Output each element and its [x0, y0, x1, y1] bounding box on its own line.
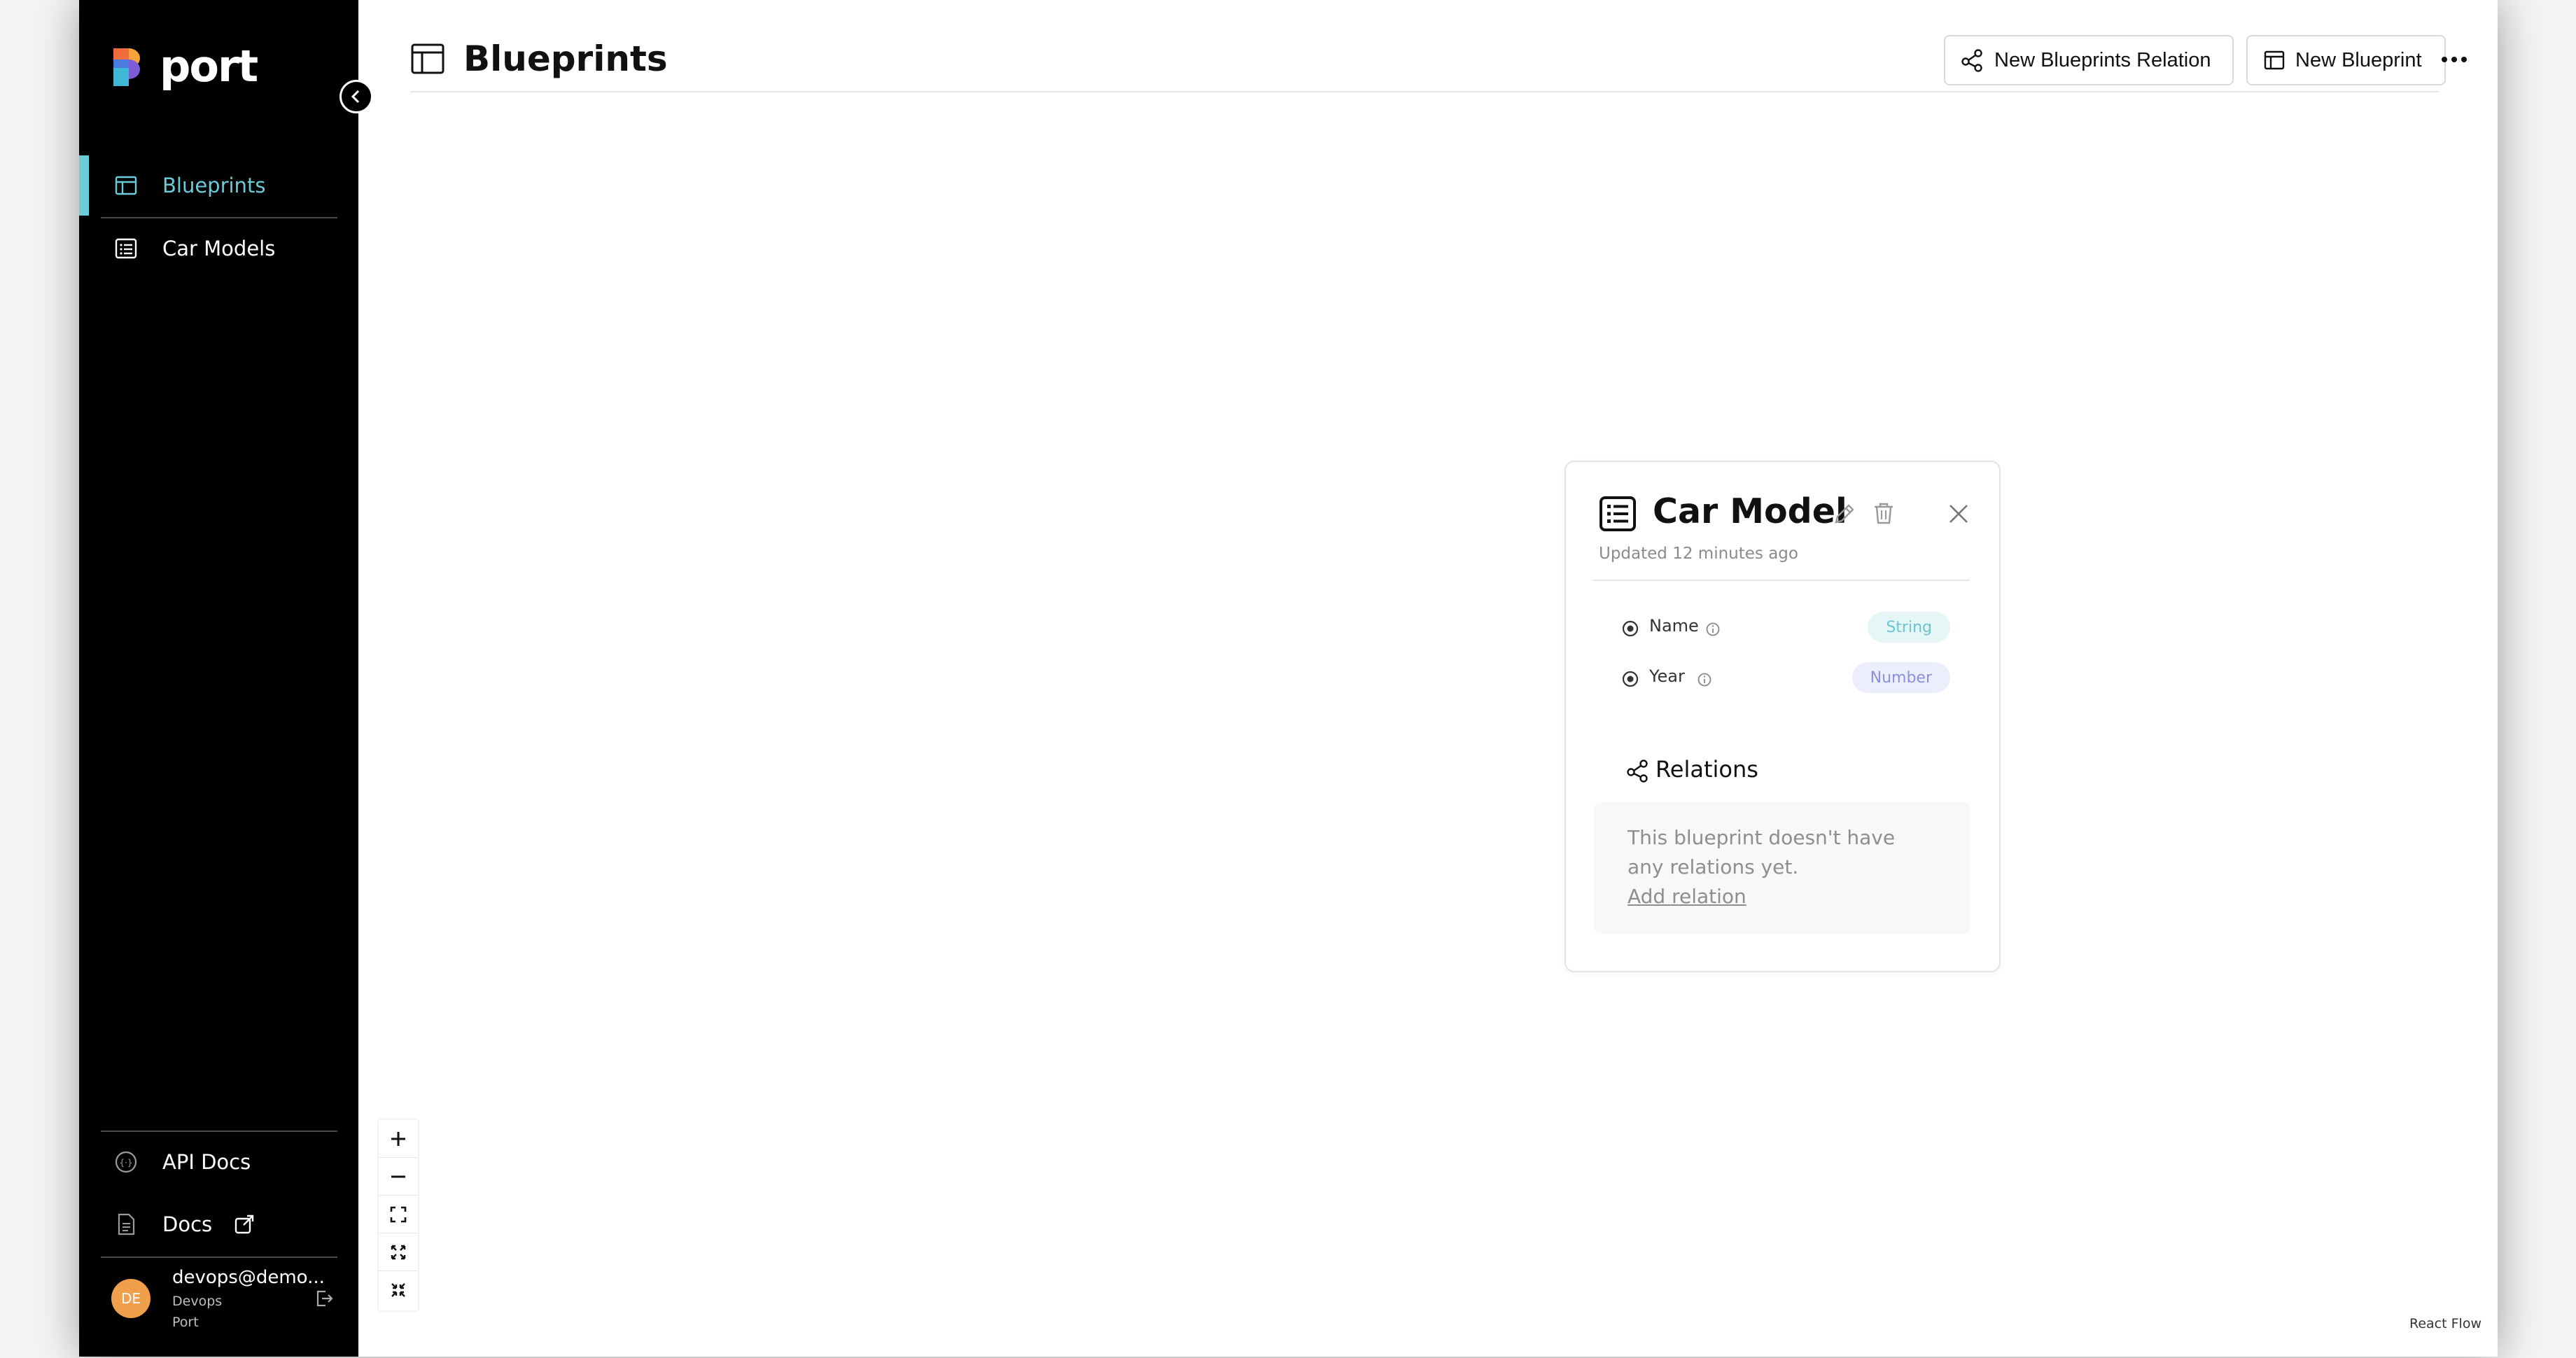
property-dot-icon: [1622, 620, 1639, 637]
sidebar-item-api-docs[interactable]: {·} API Docs: [79, 1132, 358, 1192]
trash-icon[interactable]: [1871, 500, 1896, 526]
sidebar-item-car-models[interactable]: Car Models: [79, 218, 358, 279]
collapse-button[interactable]: [379, 1271, 418, 1309]
react-flow-attribution[interactable]: React Flow: [2409, 1316, 2482, 1331]
api-icon: {·}: [115, 1151, 137, 1173]
zoom-out-button[interactable]: [379, 1158, 418, 1196]
sidebar: port Blueprints Car Models {·} API Docs …: [79, 0, 358, 1357]
sidebar-item-blueprints[interactable]: Blueprints: [79, 155, 358, 216]
add-relation-link[interactable]: Add relation: [1628, 882, 1746, 911]
plus-icon: [391, 1131, 405, 1146]
logo-text: port: [160, 41, 258, 92]
updated-timestamp: Updated 12 minutes ago: [1599, 545, 1798, 563]
fit-view-button[interactable]: [379, 1196, 418, 1233]
active-indicator: [79, 155, 89, 216]
edit-icon[interactable]: [1832, 501, 1857, 526]
user-email: devops@demo...: [172, 1267, 325, 1288]
list-icon: [115, 238, 137, 259]
relation-icon: [1961, 49, 1982, 72]
info-icon[interactable]: [1705, 622, 1721, 637]
main-area: Blueprints New Blueprints Relation New B…: [358, 0, 2498, 1357]
relations-empty-text: This blueprint doesn't have any relation…: [1628, 826, 1896, 878]
logout-icon[interactable]: [314, 1289, 334, 1308]
collapse-icon: [391, 1283, 405, 1297]
property-name: Year: [1649, 666, 1685, 686]
minus-icon: [391, 1175, 405, 1177]
external-link-icon: [234, 1214, 254, 1234]
fullscreen-icon: [390, 1206, 407, 1222]
page-title: Blueprints: [463, 38, 668, 79]
blueprint-title: Car Model: [1653, 491, 1847, 531]
property-row-year[interactable]: Year Number: [1621, 662, 1950, 694]
user-company: Port: [172, 1315, 199, 1330]
property-type-badge: Number: [1851, 662, 1950, 693]
property-name: Name: [1649, 616, 1699, 636]
relations-heading: Relations: [1656, 756, 1758, 783]
more-options-icon[interactable]: [2439, 49, 2470, 70]
collapse-sidebar-button[interactable]: [340, 80, 373, 113]
relation-icon: [1627, 760, 1648, 783]
new-blueprint-button[interactable]: New Blueprint: [2246, 35, 2446, 85]
expand-button[interactable]: [379, 1233, 418, 1271]
document-icon: [118, 1213, 135, 1236]
app-window: port Blueprints Car Models {·} API Docs …: [79, 0, 2498, 1357]
relations-empty-state: This blueprint doesn't have any relation…: [1594, 802, 1970, 934]
avatar: DE: [111, 1279, 150, 1318]
property-type-badge: String: [1868, 612, 1950, 643]
expand-icon: [391, 1245, 406, 1259]
sidebar-item-label: API Docs: [162, 1150, 251, 1174]
sidebar-item-label: Docs: [162, 1212, 213, 1236]
zoom-in-button[interactable]: [379, 1120, 418, 1158]
port-logo[interactable]: port: [111, 41, 258, 92]
close-icon[interactable]: [1946, 501, 1971, 526]
page-header: Blueprints New Blueprints Relation New B…: [410, 0, 2467, 92]
canvas-controls: [379, 1120, 418, 1310]
svg-text:{·}: {·}: [119, 1158, 132, 1168]
list-icon: [1600, 496, 1636, 531]
sidebar-item-label: Blueprints: [162, 174, 266, 197]
card-divider: [1592, 580, 1970, 581]
user-profile[interactable]: DE devops@demo... Devops Port: [111, 1264, 342, 1334]
property-dot-icon: [1622, 671, 1639, 687]
blueprint-icon: [115, 176, 137, 195]
property-row-name[interactable]: Name String: [1621, 612, 1950, 644]
sidebar-item-label: Car Models: [162, 237, 276, 260]
new-blueprints-relation-button[interactable]: New Blueprints Relation: [1944, 35, 2234, 85]
port-logo-icon: [113, 48, 140, 86]
button-label: New Blueprints Relation: [1994, 48, 2211, 71]
blueprint-icon: [411, 43, 444, 74]
chevron-left-icon: [351, 90, 360, 104]
button-label: New Blueprint: [2295, 48, 2422, 71]
sidebar-divider: [101, 1256, 337, 1258]
blueprint-card[interactable]: Car Model Updated 12 minutes ago Name St…: [1564, 461, 2001, 972]
sidebar-item-docs[interactable]: Docs: [79, 1194, 358, 1254]
user-org: Devops: [172, 1294, 223, 1309]
info-icon[interactable]: [1697, 672, 1712, 687]
blueprint-icon: [2264, 50, 2285, 70]
